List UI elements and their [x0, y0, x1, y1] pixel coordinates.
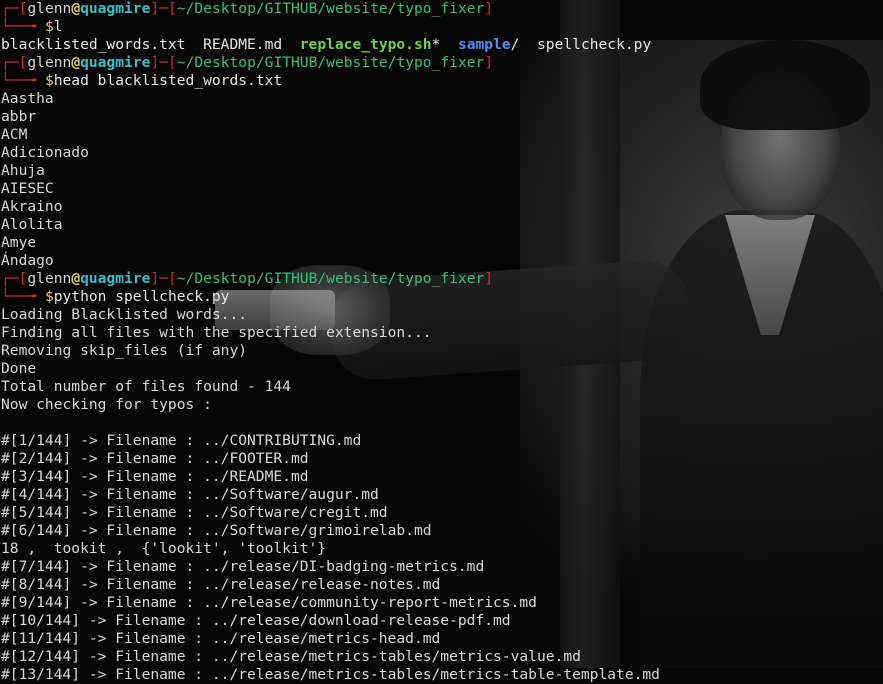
output-line: #[2/144] -> Filename : ../FOOTER.md	[1, 450, 309, 467]
prompt-symbol: $	[44, 72, 54, 89]
ls-entry: blacklisted_words.txt	[1, 36, 186, 53]
ls-entry-suffix: *	[431, 36, 441, 53]
prompt-user: glenn	[27, 54, 72, 71]
output-line: Total number of files found - 144	[1, 378, 291, 395]
prompt-user: glenn	[27, 270, 72, 287]
prompt-path: ~/Desktop/GITHUB/website/typo_fixer	[176, 0, 485, 17]
prompt-path: ~/Desktop/GITHUB/website/typo_fixer	[176, 270, 485, 287]
output-line: #[6/144] -> Filename : ../Software/grimo…	[1, 522, 432, 539]
output-line: ACM	[1, 126, 28, 143]
prompt-line-top: ┌─[glenn@quagmire]─[~/Desktop/GITHUB/web…	[1, 270, 883, 288]
prompt-frame-glyph: ─	[159, 54, 168, 71]
prompt-bracket: ]	[484, 0, 494, 17]
output-line: Removing skip_files (if any)	[1, 342, 248, 359]
command-text: python spellcheck.py	[53, 288, 230, 305]
output-line: #[4/144] -> Filename : ../Software/augur…	[1, 486, 379, 503]
prompt-bracket: [	[168, 270, 177, 287]
prompt-line-bottom: └──╼ $head blacklisted_words.txt	[1, 72, 883, 90]
prompt-path: ~/Desktop/GITHUB/website/typo_fixer	[176, 54, 485, 71]
output-line: Ándago	[1, 252, 54, 269]
output-line: #[13/144] -> Filename : ../release/metri…	[1, 666, 660, 683]
ls-entry-suffix: /	[510, 36, 520, 53]
output-line: #[1/144] -> Filename : ../CONTRIBUTING.m…	[1, 432, 362, 449]
output-line: #[12/144] -> Filename : ../release/metri…	[1, 648, 581, 665]
prompt-bracket: ]	[484, 270, 494, 287]
ls-entry: spellcheck.py	[537, 36, 652, 53]
prompt-bracket: ]	[150, 270, 160, 287]
output-line: Aastha	[1, 90, 54, 107]
output-line: #[5/144] -> Filename : ../Software/cregi…	[1, 504, 388, 521]
output-line: Loading Blacklisted words...	[1, 306, 248, 323]
ls-entry: README.md	[203, 36, 283, 53]
prompt-host: quagmire	[80, 0, 151, 17]
prompt-frame-glyph: ┌─	[1, 54, 19, 71]
output-line: AIESEC	[1, 180, 54, 197]
output-line: Akraino	[1, 198, 63, 215]
prompt-bracket: ]	[150, 54, 160, 71]
output-line: #[3/144] -> Filename : ../README.md	[1, 468, 309, 485]
output-line: #[9/144] -> Filename : ../release/commun…	[1, 594, 537, 611]
ls-entry: replace_typo.sh	[299, 36, 432, 53]
ls-output-line: blacklisted_words.txt README.md replace_…	[1, 36, 883, 54]
prompt-bracket: [	[168, 54, 177, 71]
prompt-host: quagmire	[80, 270, 151, 287]
prompt-line-top: ┌─[glenn@quagmire]─[~/Desktop/GITHUB/web…	[1, 54, 883, 72]
prompt-bracket: [	[168, 0, 177, 17]
prompt-host: quagmire	[80, 54, 151, 71]
output-line: #[10/144] -> Filename : ../release/downl…	[1, 612, 511, 629]
ls-entry: sample	[457, 36, 511, 53]
prompt-frame-glyph: ─	[159, 270, 168, 287]
prompt-at: @	[71, 270, 81, 287]
output-line: #[7/144] -> Filename : ../release/DI-bad…	[1, 558, 485, 575]
output-line: Ahuja	[1, 162, 45, 179]
output-line: #[11/144] -> Filename : ../release/metri…	[1, 630, 441, 647]
output-line: Done	[1, 360, 37, 377]
output-line: 18 , tookit , {'lookit', 'toolkit'}	[1, 540, 327, 557]
output-line: Adicionado	[1, 144, 89, 161]
prompt-bracket: ]	[150, 0, 160, 17]
prompt-frame-glyph: ─	[159, 0, 168, 17]
output-line: Amye	[1, 234, 37, 251]
output-line: #[8/144] -> Filename : ../release/releas…	[1, 576, 441, 593]
output-line: abbr	[1, 108, 37, 125]
terminal-output[interactable]: ┌─[glenn@quagmire]─[~/Desktop/GITHUB/web…	[1, 0, 883, 683]
prompt-user: glenn	[27, 0, 72, 17]
command-text: head blacklisted_words.txt	[53, 72, 283, 89]
prompt-line-bottom: └──╼ $python spellcheck.py	[1, 288, 883, 306]
prompt-bracket: ]	[484, 54, 494, 71]
prompt-at: @	[71, 54, 81, 71]
prompt-symbol: $	[44, 18, 54, 35]
prompt-line-bottom: └──╼ $l	[1, 18, 883, 36]
prompt-frame-glyph: ┌─	[1, 270, 19, 287]
prompt-symbol: $	[44, 288, 54, 305]
prompt-line-top: ┌─[glenn@quagmire]─[~/Desktop/GITHUB/web…	[1, 0, 883, 18]
output-line: Alolita	[1, 216, 63, 233]
output-line: Now checking for typos :	[1, 396, 212, 413]
output-line: Finding all files with the specified ext…	[1, 324, 432, 341]
prompt-frame-glyph: ┌─	[1, 0, 19, 17]
prompt-frame-glyph: └──╼	[1, 18, 45, 35]
prompt-frame-glyph: └──╼	[1, 288, 45, 305]
prompt-frame-glyph: └──╼	[1, 72, 45, 89]
prompt-at: @	[71, 0, 81, 17]
command-text: l	[53, 18, 63, 35]
